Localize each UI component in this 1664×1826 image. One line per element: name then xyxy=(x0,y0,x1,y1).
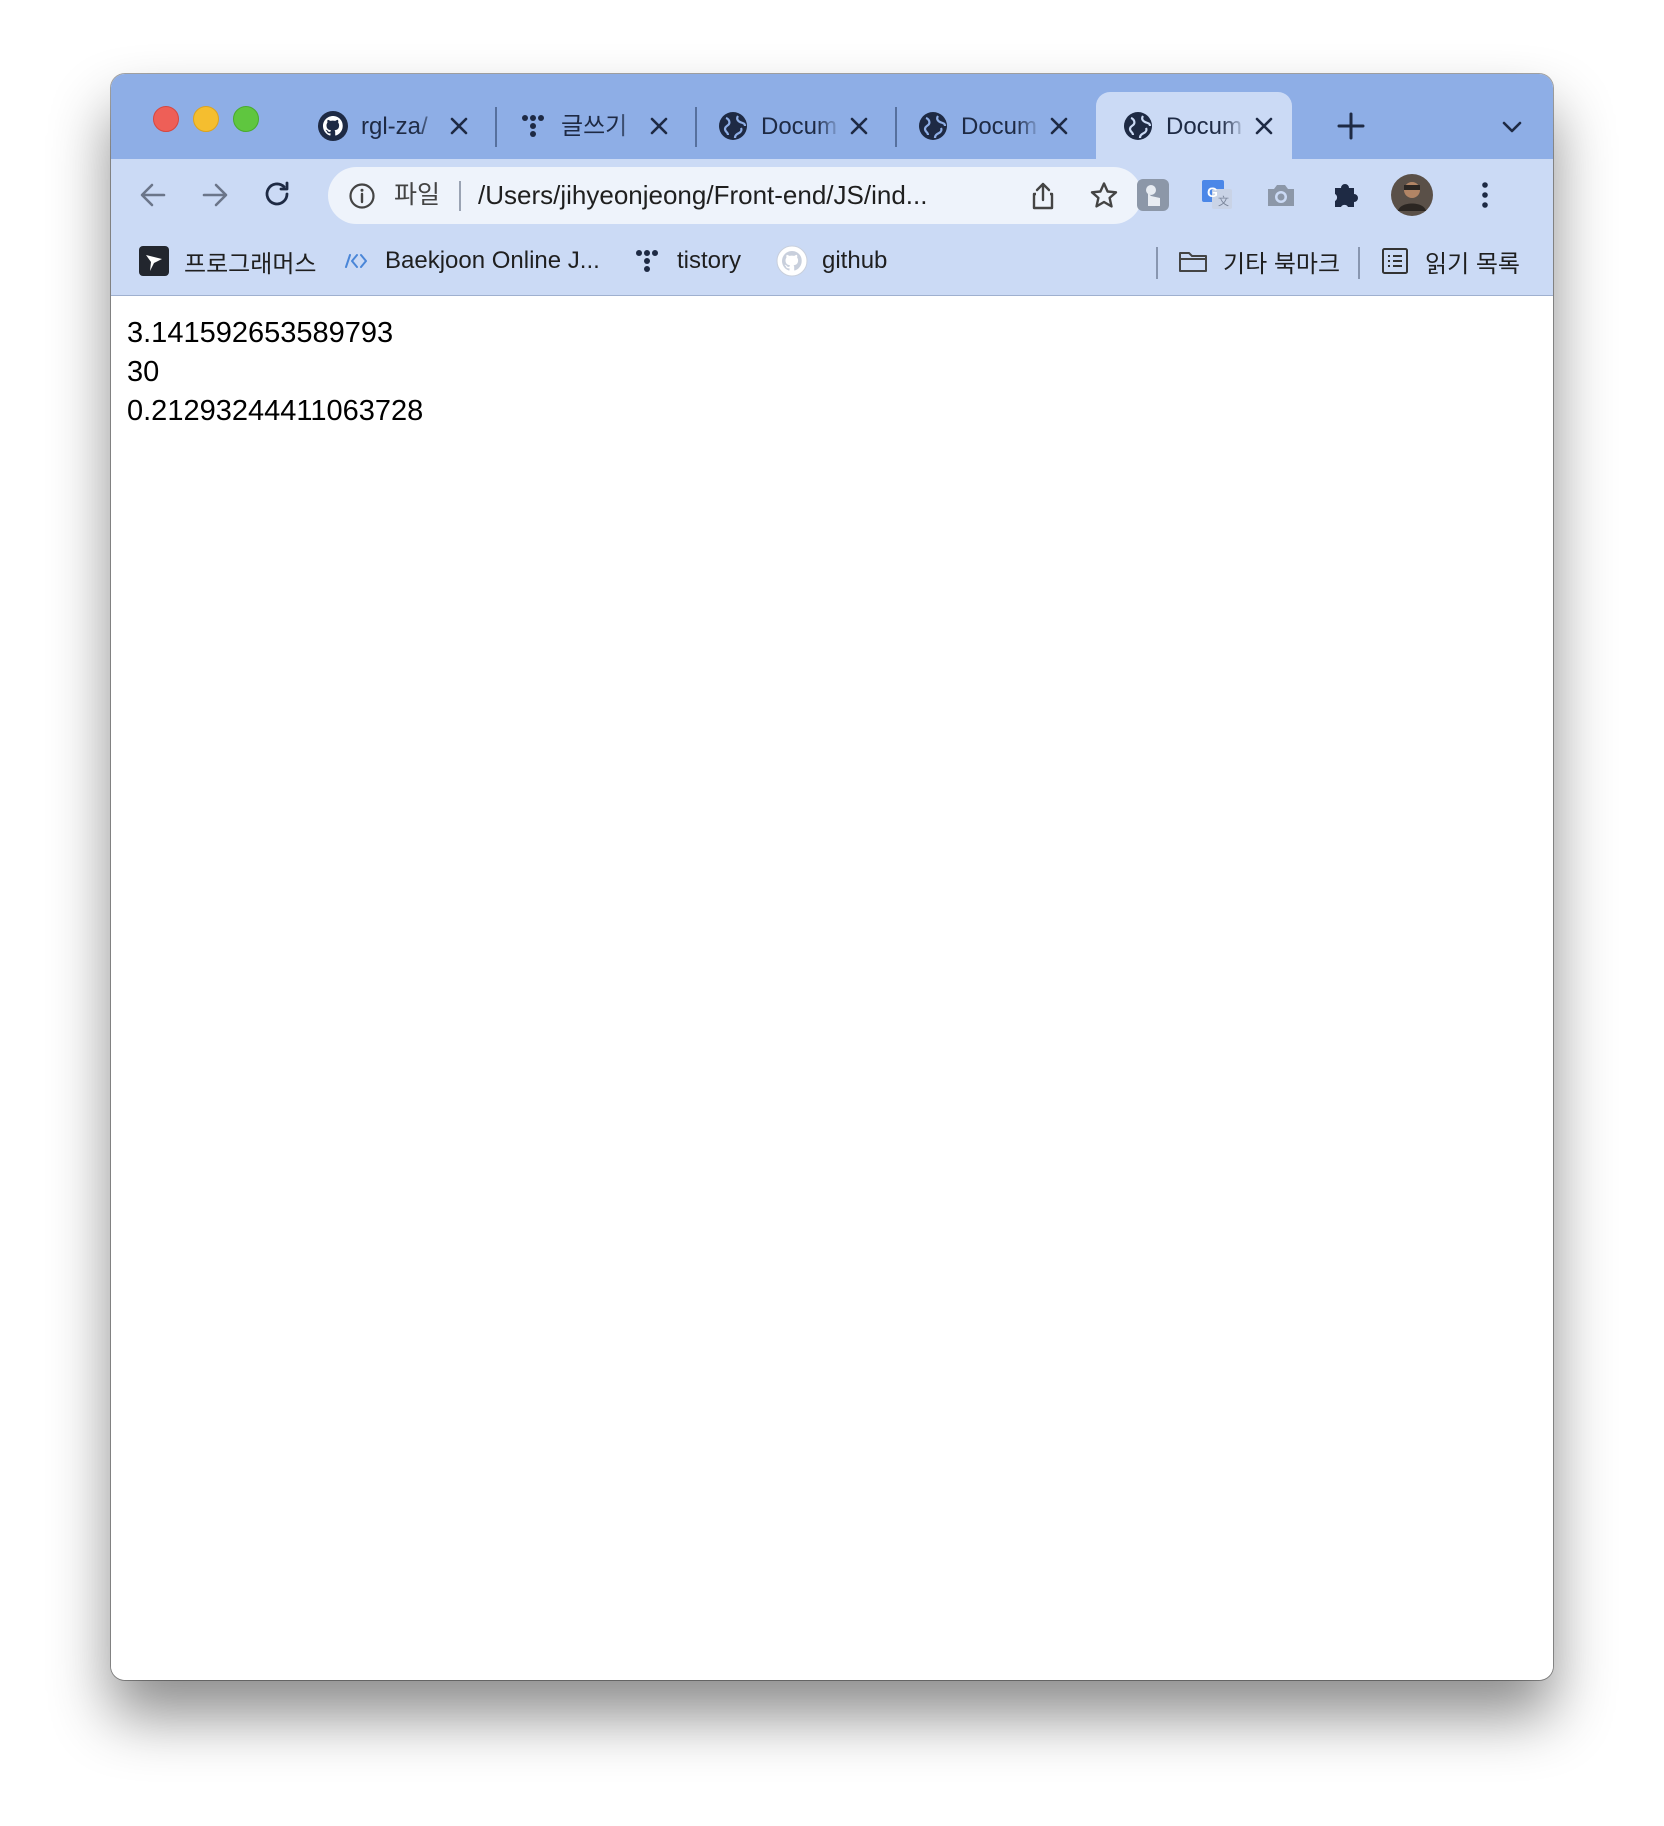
tab-document-2[interactable]: Docum xyxy=(891,92,1087,159)
output-lines: 3.141592653589793 30 0.21293244411063728 xyxy=(111,314,423,431)
close-icon[interactable] xyxy=(447,114,471,138)
url-text[interactable]: /Users/jihyeonjeong/Front-end/JS/ind... xyxy=(478,180,998,210)
tab-title: rgl-za/ xyxy=(361,113,428,140)
new-tab-icon[interactable] xyxy=(1335,110,1367,142)
tab-title: Docum xyxy=(961,113,1038,140)
tab-document-1[interactable]: Docum xyxy=(691,92,887,159)
tab-github[interactable]: rgl-za/ xyxy=(291,92,487,159)
browser-window: rgl-za/ 글쓰기 Docum Docum Docum 파일 /Users/… xyxy=(111,74,1553,1680)
more-menu-icon[interactable] xyxy=(1466,176,1504,214)
other-bookmarks[interactable]: 기타 북마크 xyxy=(1177,243,1340,279)
bookmark-baekjoon[interactable]: Baekjoon Online J... xyxy=(339,243,600,279)
touch-extension-icon[interactable] xyxy=(1134,176,1172,214)
divider xyxy=(459,181,461,211)
code-brackets-icon xyxy=(345,254,367,268)
page-content: 3.141592653589793 30 0.21293244411063728 xyxy=(111,296,1553,1680)
close-icon[interactable] xyxy=(847,114,871,138)
output-line: 3.141592653589793 xyxy=(127,317,394,349)
bookmarks-bar: 프로그래머스 Baekjoon Online J... tistory gith… xyxy=(111,231,1553,296)
bookmark-label: 프로그래머스 xyxy=(184,250,317,278)
back-arrow-icon[interactable] xyxy=(135,177,171,213)
bookmark-tistory[interactable]: tistory xyxy=(631,243,741,279)
info-icon[interactable] xyxy=(348,182,376,210)
github-icon xyxy=(318,111,348,141)
close-icon[interactable] xyxy=(1252,114,1276,138)
bookmark-label: github xyxy=(822,247,888,274)
bookmark-label: Baekjoon Online J... xyxy=(385,247,600,274)
reading-list[interactable]: 읽기 목록 xyxy=(1379,243,1520,279)
output-line: 0.21293244411063728 xyxy=(127,395,424,427)
bookmarks-separator xyxy=(1358,247,1360,279)
reading-list-label: 읽기 목록 xyxy=(1425,250,1520,278)
profile-avatar[interactable] xyxy=(1390,173,1434,217)
tab-title: Docum xyxy=(761,113,838,140)
reload-icon[interactable] xyxy=(259,177,295,213)
svg-text:G: G xyxy=(1207,184,1218,200)
folder-icon xyxy=(1179,252,1207,272)
close-icon[interactable] xyxy=(1047,114,1071,138)
bookmark-github[interactable]: github xyxy=(776,243,887,279)
globe-icon xyxy=(719,112,747,140)
tab-strip: rgl-za/ 글쓰기 Docum Docum Docum xyxy=(111,74,1553,159)
reading-list-icon xyxy=(1382,248,1408,274)
toolbar: 파일 /Users/jihyeonjeong/Front-end/JS/ind.… xyxy=(111,159,1553,231)
close-icon[interactable] xyxy=(647,114,671,138)
address-bar[interactable]: 파일 /Users/jihyeonjeong/Front-end/JS/ind.… xyxy=(328,167,1142,224)
tab-tistory-write[interactable]: 글쓰기 xyxy=(491,92,687,159)
tab-document-active[interactable]: Docum xyxy=(1096,92,1292,159)
other-bookmarks-label: 기타 북마크 xyxy=(1223,250,1341,278)
scheme-label: 파일 xyxy=(394,181,441,209)
output-line: 30 xyxy=(127,356,160,388)
bookmark-programmers[interactable]: 프로그래머스 xyxy=(138,243,316,279)
chevron-down-icon[interactable] xyxy=(1499,114,1525,140)
close-window-button[interactable] xyxy=(153,106,179,132)
puzzle-extensions-icon[interactable] xyxy=(1326,176,1364,214)
tistory-icon xyxy=(522,115,544,137)
bookmark-label: tistory xyxy=(677,247,742,274)
svg-text:文: 文 xyxy=(1218,194,1229,208)
programmers-icon xyxy=(139,246,169,276)
globe-icon xyxy=(919,112,947,140)
tistory-icon xyxy=(636,250,658,272)
globe-icon xyxy=(1124,112,1152,140)
bookmarks-separator xyxy=(1156,247,1158,279)
translate-icon[interactable]: G 文 xyxy=(1198,176,1236,214)
camera-icon[interactable] xyxy=(1262,176,1300,214)
forward-arrow-icon[interactable] xyxy=(197,177,233,213)
share-icon[interactable] xyxy=(1028,180,1058,212)
tab-title: 글쓰기 xyxy=(561,113,628,140)
zoom-window-button[interactable] xyxy=(233,106,259,132)
bookmark-star-icon[interactable] xyxy=(1088,180,1120,212)
tab-title: Docum xyxy=(1166,113,1243,140)
github-icon xyxy=(776,245,808,277)
minimize-window-button[interactable] xyxy=(193,106,219,132)
